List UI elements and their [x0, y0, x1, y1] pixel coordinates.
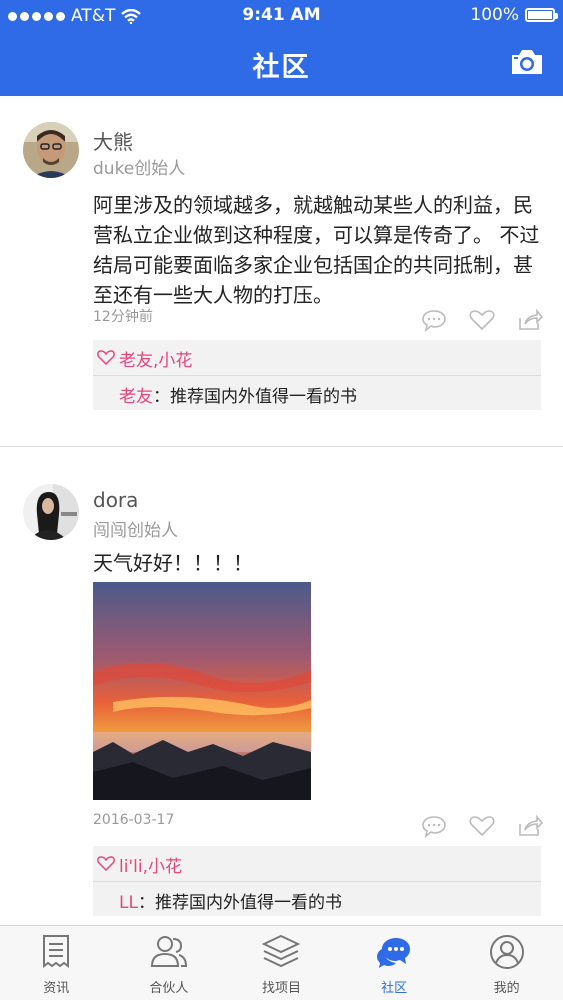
author-name[interactable]: dora — [93, 488, 138, 512]
author-name[interactable]: 大熊 — [93, 126, 133, 155]
comment-row: LL：推荐国内外值得一看的书 — [93, 882, 541, 916]
comment-text: 推荐国内外值得一看的书 — [154, 893, 342, 913]
comment-colon: ： — [153, 387, 170, 407]
feed: 大熊 duke创始人 阿里涉及的领域越多，就越触动某些人的利益，民营私立企业做到… — [0, 96, 563, 924]
post-time: 12分钟前 — [93, 309, 153, 325]
tab-label: 资讯 — [43, 981, 70, 996]
tab-projects[interactable]: 找项目 — [225, 926, 338, 1000]
share-icon[interactable] — [517, 308, 544, 332]
likes-names[interactable]: li'li,小花 — [119, 857, 182, 877]
battery-percent: 100% — [470, 5, 519, 25]
likes-names[interactable]: 老友,小花 — [119, 351, 192, 371]
tab-news[interactable]: 资讯 — [0, 926, 113, 1000]
tab-community[interactable]: 社区 — [338, 926, 451, 1000]
tab-label: 合伙人 — [149, 981, 189, 996]
comment-colon: ： — [137, 893, 155, 913]
news-icon — [43, 935, 70, 968]
tab-label: 社区 — [381, 981, 408, 996]
comment-icon[interactable] — [421, 814, 447, 838]
comment-author[interactable]: 老友 — [119, 387, 153, 407]
camera-icon[interactable] — [509, 47, 545, 77]
partners-icon — [150, 936, 187, 967]
post-divider — [0, 446, 563, 447]
community-icon — [377, 938, 411, 968]
likes-comments-box: li'li,小花 LL：推荐国内外值得一看的书 — [93, 846, 541, 916]
tab-label: 我的 — [493, 981, 520, 996]
post-card: 大熊 duke创始人 阿里涉及的领域越多，就越触动某些人的利益，民营私立企业做到… — [0, 96, 563, 446]
tab-partners[interactable]: 合伙人 — [113, 926, 226, 1000]
battery-icon — [525, 8, 558, 22]
heart-icon — [97, 856, 115, 871]
tab-bar: 资讯 合伙人 找项目 社区 我的 — [0, 925, 563, 1000]
tab-profile[interactable]: 我的 — [450, 926, 563, 1000]
top-bar: AT&T 9:41 AM 100% 社区 — [0, 0, 563, 96]
share-icon[interactable] — [517, 814, 544, 838]
comment-author[interactable]: LL — [119, 893, 138, 913]
post-actions — [421, 308, 544, 332]
post-card: dora 闯闯创始人 天气好好！！！！ 2016-03-17 li'li,小花 … — [0, 474, 563, 924]
author-role: 闯闯创始人 — [93, 521, 178, 541]
post-photo[interactable] — [93, 582, 311, 800]
heart-icon — [97, 350, 115, 365]
like-icon[interactable] — [469, 308, 495, 332]
status-bar: AT&T 9:41 AM 100% — [0, 0, 563, 32]
comment-icon[interactable] — [421, 308, 447, 332]
post-text: 阿里涉及的领域越多，就越触动某些人的利益，民营私立企业做到这种程度，可以算是传奇… — [93, 193, 540, 307]
likes-row: 老友,小花 — [93, 340, 541, 376]
like-icon[interactable] — [469, 814, 495, 838]
post-actions — [421, 814, 544, 838]
projects-icon — [262, 934, 301, 968]
tab-label: 找项目 — [261, 981, 301, 996]
likes-row: li'li,小花 — [93, 846, 541, 882]
likes-comments-box: 老友,小花 老友：推荐国内外值得一看的书 — [93, 340, 541, 410]
profile-icon — [489, 935, 524, 969]
avatar[interactable] — [23, 484, 79, 540]
page-title: 社区 — [252, 52, 311, 83]
author-role: duke创始人 — [93, 159, 186, 179]
post-time: 2016-03-17 — [93, 812, 175, 828]
avatar[interactable] — [23, 122, 79, 178]
comment-row: 老友：推荐国内外值得一看的书 — [93, 376, 541, 410]
post-text: 天气好好！！！！ — [93, 551, 253, 575]
comment-text: 推荐国内外值得一看的书 — [170, 387, 357, 407]
